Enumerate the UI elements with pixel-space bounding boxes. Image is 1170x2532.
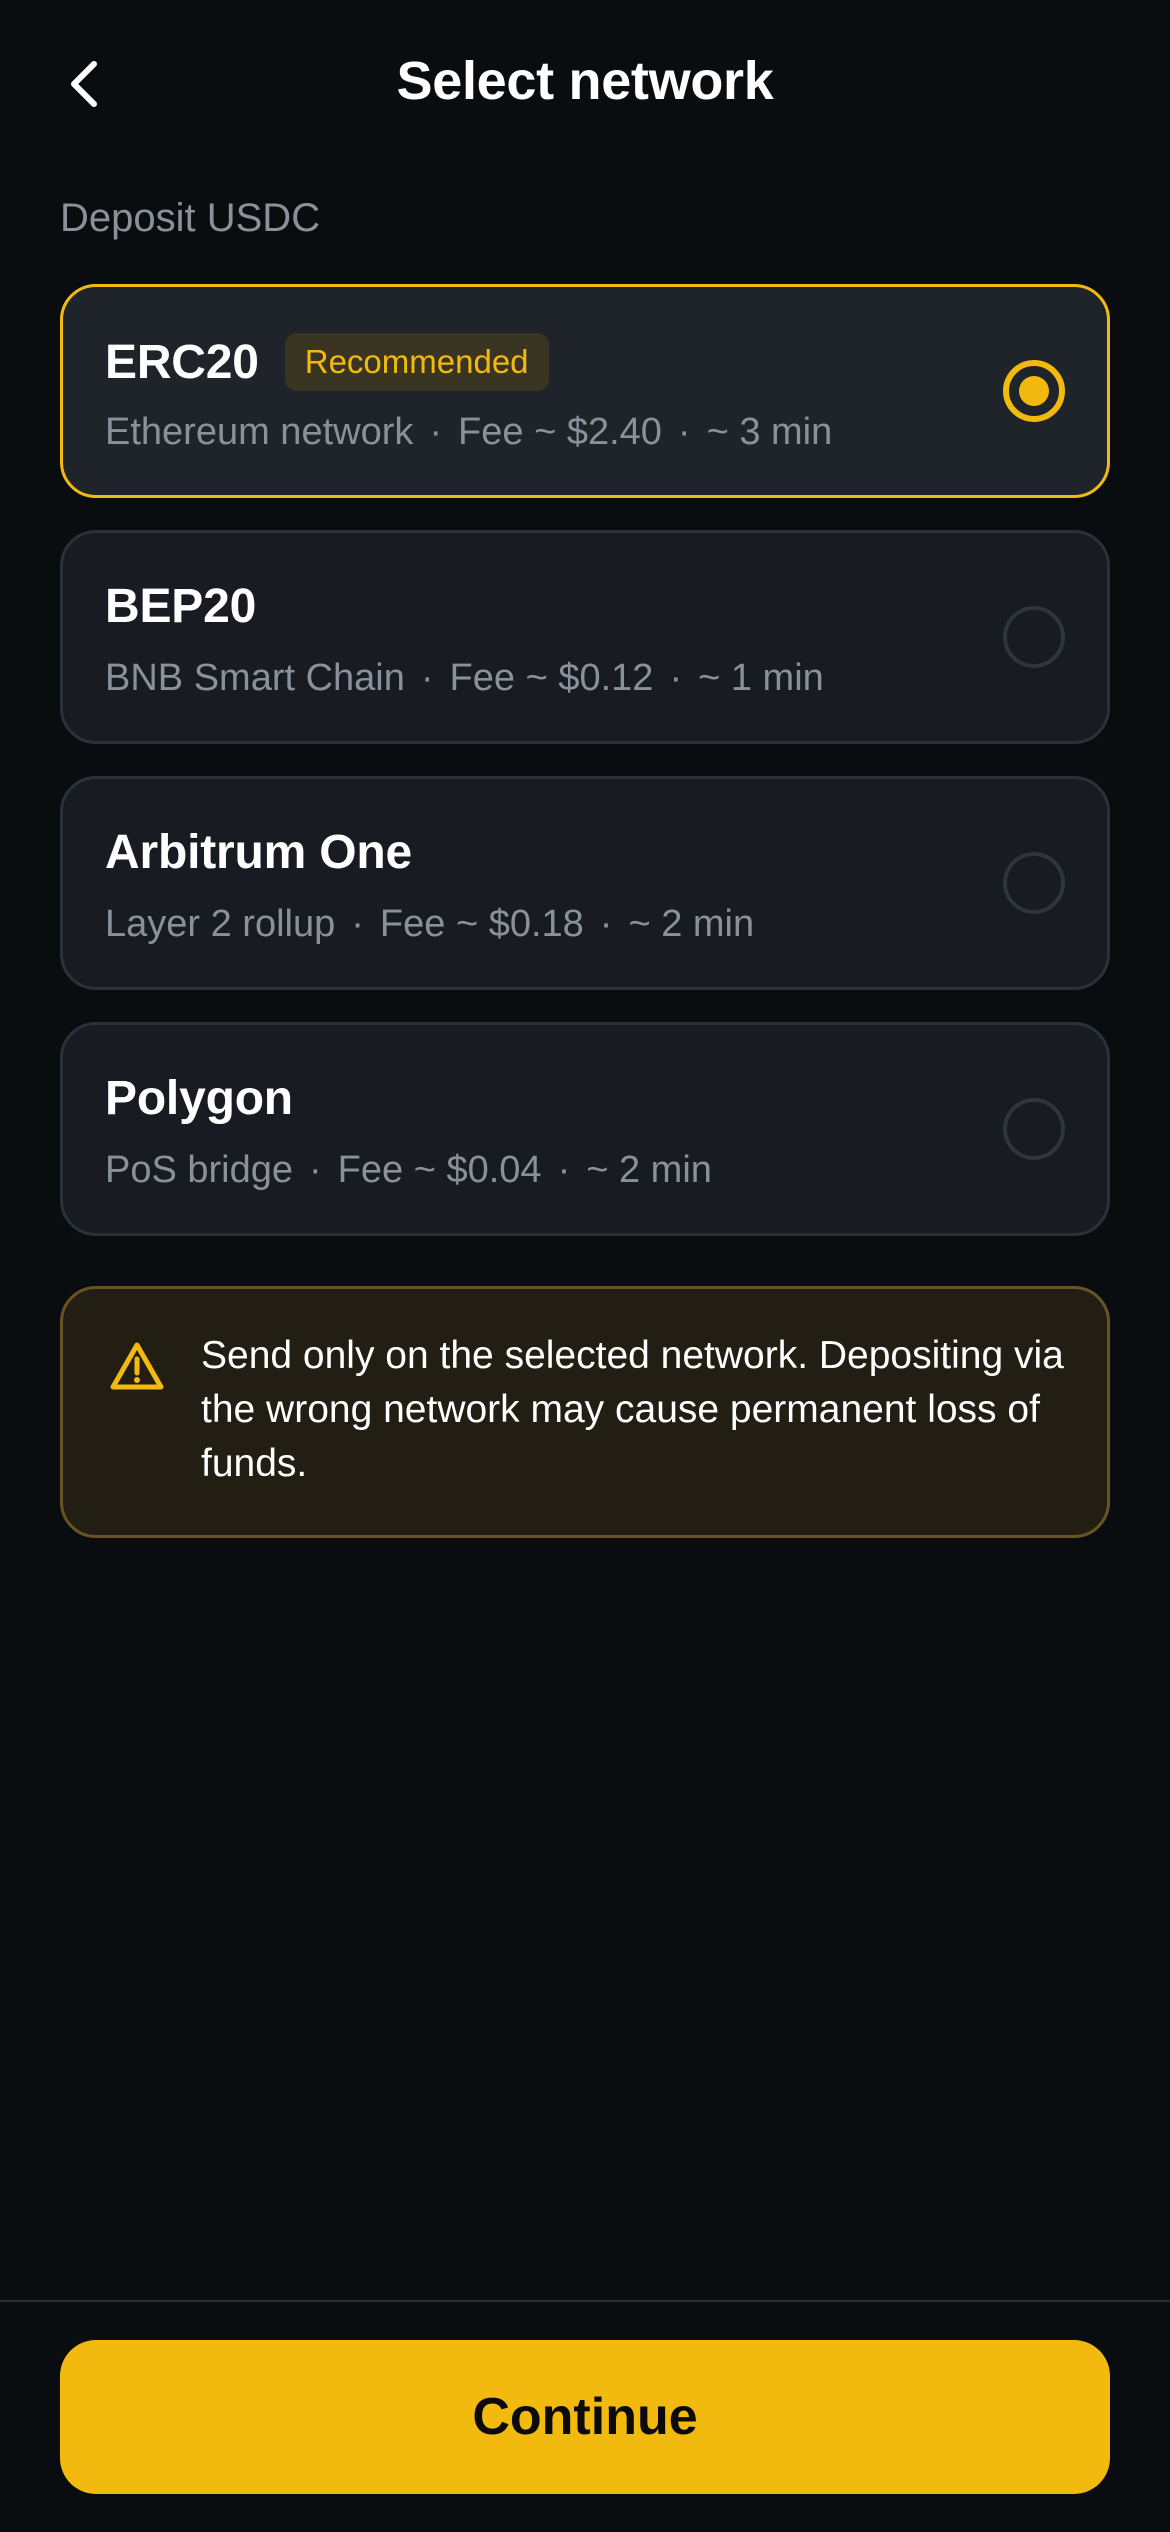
network-fee: Fee ~ $2.40 (458, 411, 662, 453)
network-time: ~ 3 min (706, 411, 833, 453)
network-time: ~ 2 min (586, 1149, 712, 1191)
network-name: ERC20 (105, 335, 259, 389)
network-name: Polygon (105, 1072, 293, 1125)
network-option-polygon[interactable]: Polygon PoS bridge · Fee ~ $0.04 · ~ 2 min (60, 1022, 1110, 1236)
separator: · (599, 903, 613, 945)
network-warning-banner: Send only on the selected network. Depos… (60, 1286, 1110, 1538)
network-name: BEP20 (105, 580, 257, 633)
radio-dot (1019, 376, 1049, 406)
continue-button[interactable]: Continue (60, 2340, 1110, 2494)
select-network-screen: Select network Deposit USDC ERC20 Recomm… (0, 0, 1170, 2532)
radio-unselected[interactable] (1003, 606, 1065, 668)
network-chain: BNB Smart Chain (105, 657, 405, 699)
warning-triangle-icon (110, 1342, 164, 1390)
network-fee: Fee ~ $0.04 (337, 1149, 542, 1191)
network-time: ~ 2 min (628, 903, 755, 945)
network-title-row: ERC20 Recommended (105, 333, 549, 391)
network-option-bep20[interactable]: BEP20 BNB Smart Chain · Fee ~ $0.12 · ~ 1 mi… (60, 530, 1110, 744)
network-time: ~ 1 min (698, 657, 824, 699)
separator: · (429, 411, 443, 453)
deposit-asset-label: Deposit USDC (60, 196, 321, 240)
network-option-arbitrum[interactable]: Arbitrum One Layer 2 rollup · Fee ~ $0.18 ·… (60, 776, 1110, 990)
network-fee: Fee ~ $0.12 (449, 657, 654, 699)
page-title: Select network (396, 51, 774, 111)
radio-unselected[interactable] (1003, 1098, 1065, 1160)
network-name: Arbitrum One (105, 826, 412, 879)
network-title-row: Polygon (105, 1071, 293, 1126)
network-option-erc20[interactable]: ERC20 Recommended Ethereum network · Fee ~… (60, 284, 1110, 498)
separator: · (669, 657, 683, 699)
header: Select network (0, 0, 1170, 170)
footer-divider (0, 2300, 1170, 2302)
separator: · (351, 903, 364, 945)
network-title-row: Arbitrum One (105, 825, 412, 880)
network-chain: Layer 2 rollup (105, 903, 336, 945)
network-meta: Ethereum network · Fee ~ $2.40 · ~ 3 min (105, 411, 832, 454)
warning-text: Send only on the selected network. Depos… (201, 1334, 1064, 1485)
network-title-row: BEP20 (105, 579, 256, 634)
recommended-badge: Recommended (284, 333, 549, 391)
network-meta: PoS bridge · Fee ~ $0.04 · ~ 2 min (105, 1149, 712, 1192)
network-meta: Layer 2 rollup · Fee ~ $0.18 · ~ 2 min (105, 903, 754, 946)
separator: · (677, 411, 691, 453)
separator: · (557, 1149, 571, 1191)
radio-selected[interactable] (1003, 360, 1065, 422)
separator: · (309, 1149, 322, 1191)
network-fee: Fee ~ $0.18 (379, 903, 584, 945)
separator: · (420, 657, 434, 699)
network-chain: Ethereum network (105, 411, 414, 453)
network-chain: PoS bridge (105, 1149, 294, 1191)
network-meta: BNB Smart Chain · Fee ~ $0.12 · ~ 1 min (105, 657, 824, 700)
radio-unselected[interactable] (1003, 852, 1065, 914)
